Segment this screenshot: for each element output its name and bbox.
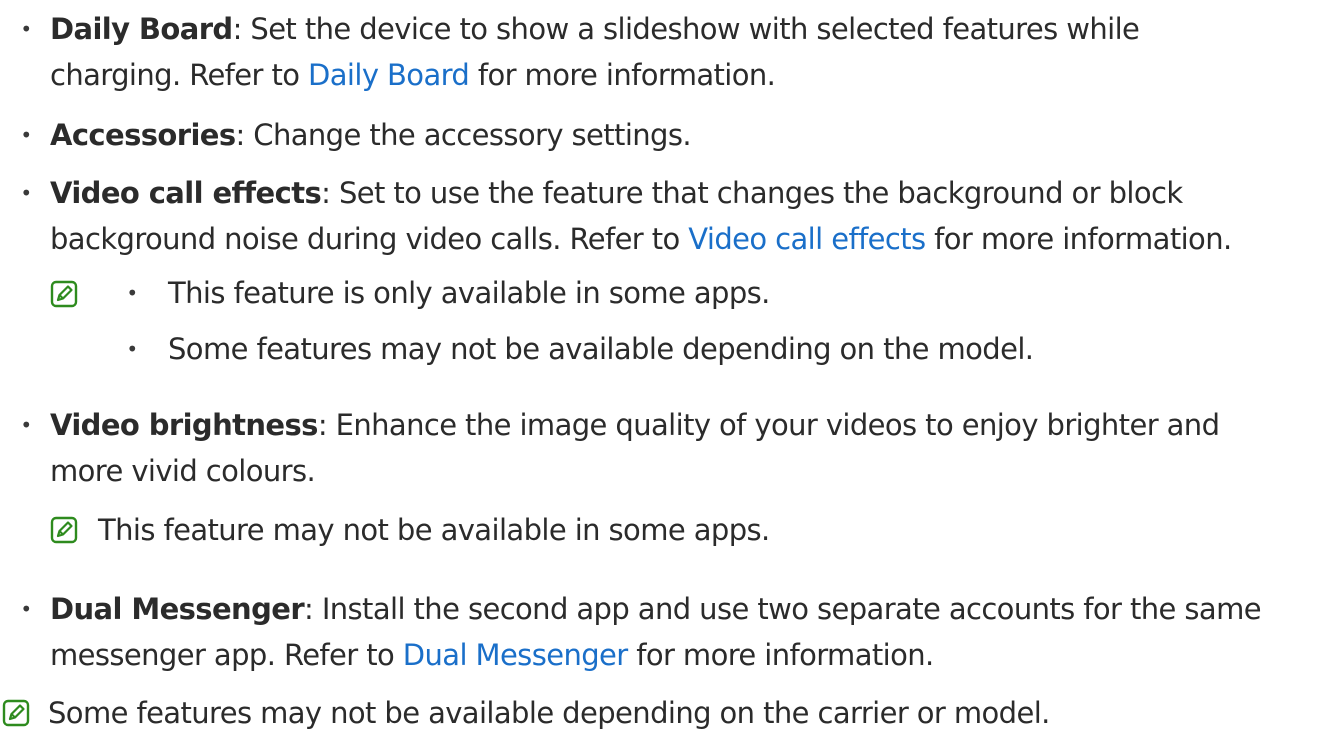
item-description: : Set to use the feature that changes th… bbox=[321, 176, 1183, 210]
item-description-end: for more information. bbox=[925, 222, 1232, 256]
item-description-end: for more information. bbox=[627, 638, 934, 672]
item-line-2: charging. Refer to Daily Board for more … bbox=[50, 52, 1340, 98]
item-line-2: background noise during video calls. Ref… bbox=[50, 216, 1340, 262]
item-line-1: Video brightness: Enhance the image qual… bbox=[50, 402, 1340, 448]
link-daily-board[interactable]: Daily Board bbox=[308, 58, 470, 92]
item-term: Daily Board bbox=[50, 12, 233, 46]
item-description-cont: background noise during video calls. Ref… bbox=[50, 222, 689, 256]
note-text: Some features may not be available depen… bbox=[168, 332, 1034, 366]
item-line-2: more vivid colours. bbox=[50, 454, 316, 488]
item-text: Daily Board: Set the device to show a sl… bbox=[50, 6, 1340, 98]
item-text: Dual Messenger: Install the second app a… bbox=[50, 586, 1340, 678]
item-text: Video brightness: Enhance the image qual… bbox=[50, 402, 1340, 494]
item-description: : Set the device to show a slideshow wit… bbox=[232, 12, 1140, 46]
note-footer: Some features may not be available depen… bbox=[0, 690, 1300, 736]
item-text: Accessories: Change the accessory settin… bbox=[50, 112, 1340, 158]
item-line-1: Daily Board: Set the device to show a sl… bbox=[50, 6, 1340, 52]
link-video-call-effects[interactable]: Video call effects bbox=[688, 222, 926, 256]
item-line-1: Dual Messenger: Install the second app a… bbox=[50, 586, 1340, 632]
item-term: Dual Messenger bbox=[50, 592, 305, 626]
note-pencil-icon bbox=[50, 280, 78, 308]
document-page: • Daily Board: Set the device to show a … bbox=[0, 0, 1344, 738]
item-description: : Change the accessory settings. bbox=[235, 118, 692, 152]
note-video-call-effects: • This feature is only available in some… bbox=[50, 270, 1250, 370]
link-dual-messenger[interactable]: Dual Messenger bbox=[403, 638, 628, 672]
item-line-1: Video call effects: Set to use the featu… bbox=[50, 170, 1340, 216]
item-description-end: for more information. bbox=[469, 58, 776, 92]
item-term: Video call effects bbox=[50, 176, 322, 210]
item-line-2: messenger app. Refer to Dual Messenger f… bbox=[50, 632, 1340, 678]
item-description-cont: messenger app. Refer to bbox=[50, 638, 403, 672]
bullet: • bbox=[20, 17, 32, 41]
note-text: This feature is only available in some a… bbox=[168, 276, 770, 310]
sub-bullet: • bbox=[126, 281, 138, 305]
bullet: • bbox=[20, 597, 32, 621]
item-term: Video brightness bbox=[50, 408, 318, 442]
bullet: • bbox=[20, 123, 32, 147]
note-pencil-icon bbox=[50, 516, 78, 544]
item-description: : Install the second app and use two sep… bbox=[304, 592, 1262, 626]
bullet: • bbox=[20, 413, 32, 437]
sub-bullet: • bbox=[126, 337, 138, 361]
item-description: : Enhance the image quality of your vide… bbox=[317, 408, 1220, 442]
item-text: Video call effects: Set to use the featu… bbox=[50, 170, 1340, 262]
note-video-brightness: This feature may not be available in som… bbox=[50, 507, 1250, 553]
note-pencil-icon bbox=[2, 699, 30, 727]
item-term: Accessories bbox=[50, 118, 236, 152]
note-text: This feature may not be available in som… bbox=[98, 513, 770, 547]
item-description-cont: charging. Refer to bbox=[50, 58, 309, 92]
bullet: • bbox=[20, 181, 32, 205]
note-text: Some features may not be available depen… bbox=[48, 696, 1050, 730]
